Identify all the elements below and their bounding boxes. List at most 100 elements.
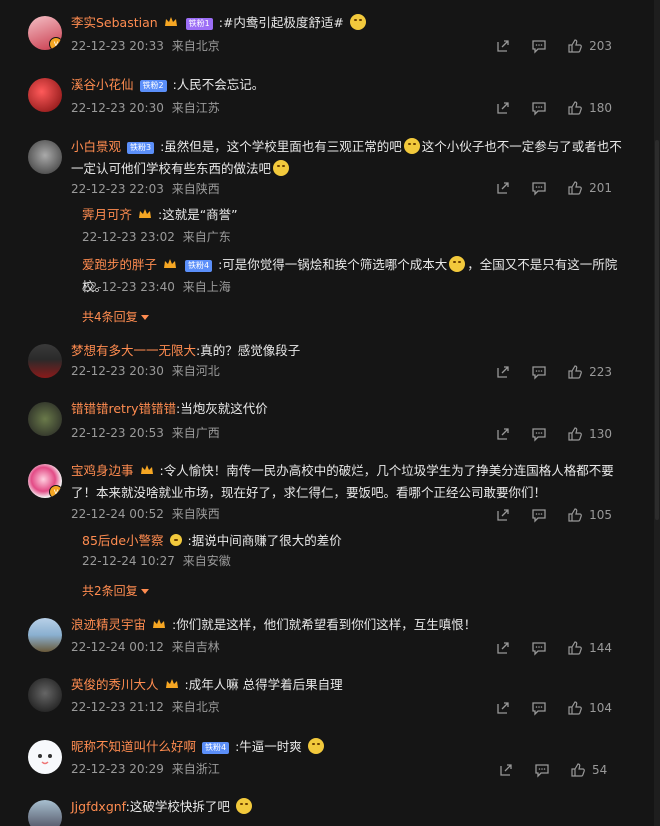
- like-icon[interactable]: [570, 762, 586, 778]
- comment-time: 22-12-23 21:12: [71, 700, 164, 714]
- share-icon[interactable]: [495, 426, 511, 442]
- share-icon[interactable]: [495, 180, 511, 196]
- avatar[interactable]: [28, 678, 62, 712]
- fan-badge: 铁粉3: [127, 142, 155, 154]
- like-icon[interactable]: [567, 100, 583, 116]
- comment-text: :当炮灰就这代价: [176, 401, 268, 416]
- like-icon[interactable]: [567, 426, 583, 442]
- share-icon[interactable]: [495, 640, 511, 656]
- comment-icon[interactable]: [531, 100, 547, 116]
- verified-icon: v: [49, 485, 62, 498]
- avatar[interactable]: v: [28, 464, 62, 498]
- comment-icon[interactable]: [531, 38, 547, 54]
- avatar[interactable]: [28, 78, 62, 112]
- commenter-name[interactable]: 昵称不知道叫什么好啊: [71, 739, 196, 754]
- like-icon[interactable]: [567, 180, 583, 196]
- reply: 85后de小警察 :据说中间商赚了很大的差价 22-12-24 10:27 来自…: [82, 530, 622, 574]
- like-count: 54: [592, 763, 608, 777]
- share-icon[interactable]: [495, 700, 511, 716]
- scrollbar-thumb[interactable]: [655, 140, 659, 520]
- crown-icon: [140, 465, 153, 474]
- comment-icon[interactable]: [531, 507, 547, 523]
- share-icon[interactable]: [498, 762, 514, 778]
- laugh-emoji-icon: [449, 256, 466, 272]
- comment-location: 来自北京: [171, 700, 220, 714]
- avatar[interactable]: [28, 618, 62, 652]
- replier-name[interactable]: 爱跑步的胖子: [82, 257, 157, 272]
- comment-text: :成年人嘛 总得学着后果自理: [184, 677, 343, 692]
- commenter-name[interactable]: 溪谷小花仙: [71, 77, 134, 92]
- caret-down-icon: [140, 315, 149, 320]
- share-icon[interactable]: [495, 100, 511, 116]
- like-icon[interactable]: [567, 700, 583, 716]
- reply-text: :据说中间商赚了很大的差价: [187, 533, 342, 548]
- avatar[interactable]: v: [28, 16, 62, 50]
- crown-icon: [165, 679, 178, 688]
- share-icon[interactable]: [495, 38, 511, 54]
- share-icon[interactable]: [495, 364, 511, 380]
- comment: 错错错retry错错错:当炮灰就这代价 22-12-23 20:53 来自广西 …: [0, 398, 644, 454]
- comment-icon[interactable]: [534, 762, 550, 778]
- reply-text: :这就是“商誉”: [157, 207, 238, 222]
- scrollbar[interactable]: [654, 0, 660, 826]
- caret-down-icon: [140, 589, 149, 594]
- avatar[interactable]: [28, 344, 62, 378]
- like-count: 180: [589, 101, 612, 115]
- like-count: 130: [589, 427, 612, 441]
- like-icon[interactable]: [567, 364, 583, 380]
- reply-text: :可是你觉得一锅烩和挨个筛选哪个成本大: [218, 257, 448, 272]
- share-icon[interactable]: [495, 507, 511, 523]
- more-replies-link[interactable]: 共2条回复: [82, 582, 149, 599]
- comment: v 宝鸡身边事 :令人愉快！南传一民办高校中的破烂，几个垃圾学生为了挣美分连国格…: [0, 460, 644, 602]
- avatar[interactable]: [28, 800, 62, 826]
- comment-icon[interactable]: [531, 364, 547, 380]
- avatar[interactable]: [28, 140, 62, 174]
- reply-time: 22-12-24 10:27: [82, 554, 175, 568]
- like-icon[interactable]: [567, 38, 583, 54]
- comment-location: 来自江苏: [171, 101, 220, 115]
- comment-text: :你们就是这样，他们就希望看到你们这样，互生嗔恨！: [171, 617, 477, 632]
- comment: 溪谷小花仙 铁粉2 :人民不会忘记。 22-12-23 20:30 来自江苏 1…: [0, 70, 644, 126]
- commenter-name[interactable]: 错错错retry错错错: [71, 401, 176, 416]
- comment: 昵称不知道叫什么好啊 铁粉4 :牛逼一时爽 22-12-23 20:29 来自浙…: [0, 734, 644, 792]
- comment-time: 22-12-23 20:30: [71, 364, 164, 378]
- comment-time: 22-12-23 20:29: [71, 762, 164, 776]
- more-replies-link[interactable]: 共4条回复: [82, 308, 149, 325]
- reply-time: 22-12-23 23:40: [82, 280, 175, 294]
- fan-badge: 铁粉1: [185, 18, 213, 30]
- laugh-emoji-icon: [403, 138, 420, 154]
- like-count: 223: [589, 365, 612, 379]
- commenter-name[interactable]: 英俊的秀川大人: [71, 677, 159, 692]
- avatar[interactable]: [28, 402, 62, 436]
- reply-location: 来自安徽: [182, 554, 231, 568]
- replier-name[interactable]: 85后de小警察: [82, 533, 164, 548]
- laugh-emoji-icon: [273, 160, 290, 176]
- fan-badge: 铁粉4: [184, 260, 213, 272]
- crown-icon: [164, 17, 177, 26]
- comment-icon[interactable]: [531, 700, 547, 716]
- comment-location: 来自河北: [171, 364, 220, 378]
- comment-text-cont: 来就没啥就业市场，现在好了，求仁得仁，要饭吧。看哪个正经公司敢要你们！: [108, 485, 547, 500]
- like-icon[interactable]: [567, 507, 583, 523]
- cat-face-icon: [38, 754, 52, 765]
- commenter-name[interactable]: Jjgfdxgnf: [71, 799, 126, 814]
- comment-text: :牛逼一时爽: [235, 739, 302, 754]
- like-icon[interactable]: [567, 640, 583, 656]
- comment-text: :#内鸯引起极度舒适#: [218, 15, 344, 30]
- commenter-name[interactable]: 梦想有多大一一无限大: [71, 343, 196, 358]
- comment-time: 22-12-23 20:53: [71, 426, 164, 440]
- comment-icon[interactable]: [531, 426, 547, 442]
- commenter-name[interactable]: 浪迹精灵宇宙: [71, 617, 146, 632]
- replier-name[interactable]: 霁月可齐: [82, 207, 132, 222]
- comment-icon[interactable]: [531, 180, 547, 196]
- crown-icon: [164, 259, 176, 268]
- more-replies-label: 共4条回复: [82, 310, 138, 324]
- avatar[interactable]: [28, 740, 62, 774]
- commenter-name[interactable]: 李实Sebastian: [71, 15, 158, 30]
- commenter-name[interactable]: 宝鸡身边事: [71, 463, 134, 478]
- like-count: 105: [589, 508, 612, 522]
- comment-icon[interactable]: [531, 640, 547, 656]
- comment: v 李实Sebastian 铁粉1 :#内鸯引起极度舒适# 22-12-23 2…: [0, 8, 644, 64]
- commenter-name[interactable]: 小白景观: [71, 139, 121, 154]
- comment-text: :真的？感觉像段子: [196, 343, 301, 358]
